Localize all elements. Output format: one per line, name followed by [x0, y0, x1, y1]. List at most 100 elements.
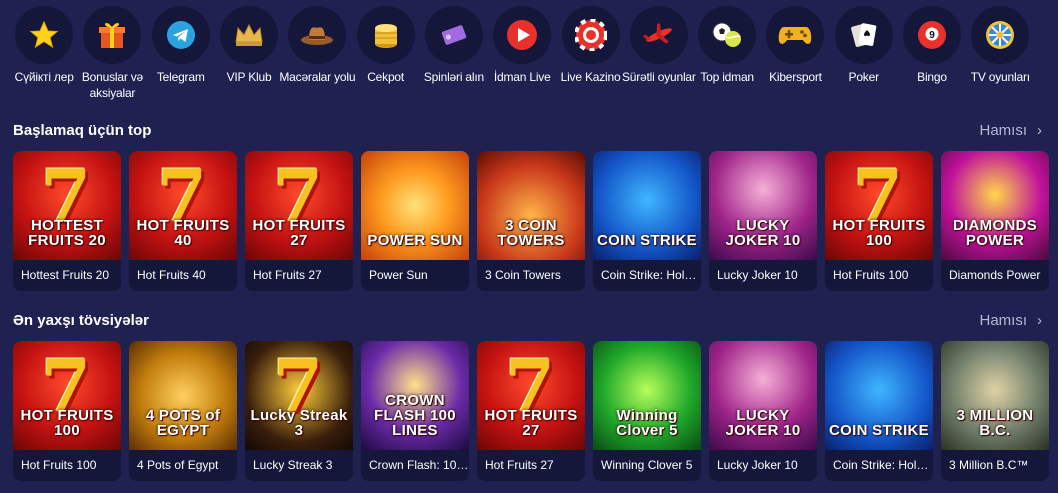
- game-card[interactable]: 7 HOT FRUITS 27 Hot Fruits 27: [245, 151, 353, 291]
- game-card[interactable]: 7 HOT FRUITS 27 Hot Fruits 27: [477, 341, 585, 481]
- game-thumbnail: 7 HOT FRUITS 100: [825, 151, 933, 260]
- game-logo-text: HOT FRUITS 100: [832, 217, 926, 249]
- chevron-right-icon: ›: [1037, 312, 1042, 329]
- category-top-sport[interactable]: Top idman: [693, 6, 761, 106]
- game-title: Coin Strike: Hold and Win: [601, 268, 701, 282]
- category-label: Live Kazino: [560, 70, 621, 84]
- game-card[interactable]: Winning Clover 5 Winning Clover 5: [593, 341, 701, 481]
- game-logo-text: Winning Clover 5: [616, 407, 678, 439]
- game-logo-text: HOT FRUITS 40: [136, 217, 230, 249]
- game-title: Coin Strike: Hold and Win: [833, 458, 933, 472]
- game-logo-text: HOT FRUITS 100: [20, 407, 114, 439]
- game-card[interactable]: CROWN FLASH 100 LINES Crown Flash: 100 Li…: [361, 341, 469, 481]
- game-card[interactable]: COIN STRIKE Coin Strike: Hold and Win: [593, 151, 701, 291]
- category-telegram[interactable]: Telegram: [147, 6, 215, 106]
- game-logo-text: Lucky Streak 3: [250, 407, 348, 439]
- svg-text:9: 9: [929, 30, 935, 41]
- game-logo-text: COIN STRIKE: [829, 422, 929, 439]
- game-title: 4 Pots of Egypt: [137, 458, 219, 472]
- see-all-link[interactable]: Hamısı ›: [979, 122, 1042, 139]
- balls-icon: [698, 6, 757, 64]
- game-row-top-start: 7 HOTTEST FRUITS 20 Hottest Fruits 20 7 HOT …: [13, 151, 1049, 291]
- ticket-icon: [424, 6, 483, 64]
- billiard-ball-icon: 9: [903, 6, 961, 64]
- category-poker[interactable]: Poker: [830, 6, 898, 106]
- category-tv-games[interactable]: TV oyunları: [966, 6, 1034, 106]
- category-sport-live[interactable]: İdman Live: [488, 6, 556, 106]
- game-card[interactable]: 3 MILLION B.C. 3 Million B.C™: [941, 341, 1049, 481]
- category-live-casino[interactable]: Live Kazino: [556, 6, 624, 106]
- game-logo-text: POWER SUN: [367, 232, 463, 249]
- game-thumbnail: 3 MILLION B.C.: [941, 341, 1049, 450]
- game-card[interactable]: 7 HOT FRUITS 100 Hot Fruits 100: [825, 151, 933, 291]
- category-strip: Сүйікті лер Bonuslar və aksiyalar Telegr…: [0, 6, 1058, 106]
- game-card[interactable]: 7 HOT FRUITS 40 Hot Fruits 40: [129, 151, 237, 291]
- section-title-best-picks: Ən yaxşı tövsiyələr: [13, 312, 149, 329]
- chip-icon: [561, 6, 620, 64]
- section-title-top-start: Başlamaq üçün top: [13, 122, 152, 139]
- category-label: Telegram: [156, 70, 205, 84]
- game-title: Lucky Joker 10: [717, 268, 798, 282]
- game-logo-text: DIAMONDS POWER: [952, 217, 1038, 249]
- see-all-label: Hamısı: [979, 122, 1027, 139]
- category-label: Cekpot: [367, 70, 405, 84]
- see-all-link[interactable]: Hamısı ›: [979, 312, 1042, 329]
- game-card[interactable]: DIAMONDS POWER Diamonds Power: [941, 151, 1049, 291]
- crown-icon: [220, 6, 279, 64]
- game-card[interactable]: POWER SUN Power Sun: [361, 151, 469, 291]
- category-buy-spins[interactable]: Spinləri alın: [420, 6, 488, 106]
- game-thumbnail: POWER SUN: [361, 151, 469, 260]
- game-thumbnail: 7 HOT FRUITS 27: [477, 341, 585, 450]
- game-card[interactable]: COIN STRIKE Coin Strike: Hold and Win: [825, 341, 933, 481]
- game-card[interactable]: LUCKY JOKER 10 Lucky Joker 10: [709, 151, 817, 291]
- game-card[interactable]: 7 HOTTEST FRUITS 20 Hottest Fruits 20: [13, 151, 121, 291]
- category-label: VIP Klub: [226, 70, 272, 84]
- game-logo-text: HOT FRUITS 27: [252, 217, 346, 249]
- game-title: Winning Clover 5: [601, 458, 693, 472]
- category-esports[interactable]: Kibersport: [761, 6, 829, 106]
- game-title: Lucky Joker 10: [717, 458, 798, 472]
- game-title: Hot Fruits 100: [21, 458, 97, 472]
- category-label: Poker: [848, 70, 880, 84]
- game-thumbnail: Winning Clover 5: [593, 341, 701, 450]
- game-thumbnail: 7 Lucky Streak 3: [245, 341, 353, 450]
- game-card[interactable]: LUCKY JOKER 10 Lucky Joker 10: [709, 341, 817, 481]
- wheel-icon: [971, 6, 1030, 64]
- category-fast-games[interactable]: Sürətli oyunlar: [622, 6, 696, 106]
- game-card[interactable]: 3 COIN TOWERS 3 Coin Towers: [477, 151, 585, 291]
- game-title: Power Sun: [369, 268, 428, 282]
- game-thumbnail: 7 HOTTEST FRUITS 20: [13, 151, 121, 260]
- see-all-label: Hamısı: [979, 312, 1027, 329]
- game-thumbnail: 7 HOT FRUITS 40: [129, 151, 237, 260]
- telegram-icon: [151, 6, 210, 64]
- category-bonuses[interactable]: Bonuslar və aksiyalar: [78, 6, 146, 106]
- game-thumbnail: LUCKY JOKER 10: [709, 151, 817, 260]
- game-card[interactable]: 7 HOT FRUITS 100 Hot Fruits 100: [13, 341, 121, 481]
- game-logo-text: 3 MILLION B.C.: [956, 407, 1034, 439]
- category-label: Bingo: [917, 70, 947, 84]
- game-title: Lucky Streak 3: [253, 458, 333, 472]
- game-title: Hot Fruits 27: [253, 268, 322, 282]
- gift-icon: [83, 6, 142, 64]
- category-adventures[interactable]: Macəralar yolu: [279, 6, 355, 106]
- category-label: İdman Live: [493, 70, 551, 84]
- cowboy-hat-icon: [288, 6, 347, 64]
- game-card[interactable]: 4 POTS of EGYPT 4 Pots of Egypt: [129, 341, 237, 481]
- game-card[interactable]: 7 Lucky Streak 3 Lucky Streak 3: [245, 341, 353, 481]
- game-logo-text: LUCKY JOKER 10: [725, 217, 801, 249]
- game-logo-text: 4 POTS of EGYPT: [145, 407, 221, 439]
- category-bingo[interactable]: 9 Bingo: [898, 6, 966, 106]
- game-logo-text: CROWN FLASH 100 LINES: [374, 392, 456, 439]
- category-label: Macəralar yolu: [279, 70, 356, 84]
- category-jackpot[interactable]: Cekpot: [351, 6, 419, 106]
- game-logo-text: COIN STRIKE: [597, 232, 697, 249]
- category-favorites[interactable]: Сүйікті лер: [10, 6, 78, 106]
- game-title: 3 Million B.C™: [949, 458, 1029, 472]
- category-label: Top idman: [700, 70, 754, 84]
- game-title: Hot Fruits 100: [833, 268, 909, 282]
- chevron-right-icon: ›: [1037, 122, 1042, 139]
- game-logo-text: HOTTEST FRUITS 20: [28, 217, 106, 249]
- game-title: Hottest Fruits 20: [21, 268, 110, 282]
- category-vip[interactable]: VIP Klub: [215, 6, 283, 106]
- category-label: TV oyunları: [970, 70, 1030, 84]
